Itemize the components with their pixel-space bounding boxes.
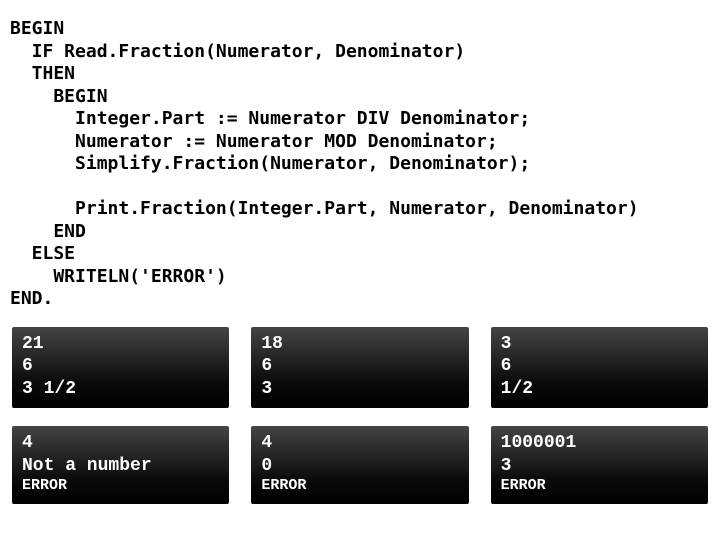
- example-cell: 4 Not a number ERROR: [12, 426, 229, 504]
- output: ERROR: [501, 477, 698, 496]
- input-2: 6: [501, 355, 698, 378]
- input-1: 21: [22, 333, 219, 356]
- example-cell: 3 6 1/2: [491, 327, 708, 409]
- code-line: ELSE: [10, 243, 75, 264]
- output: 1/2: [501, 378, 698, 401]
- example-cell: 18 6 3: [251, 327, 468, 409]
- code-line: Print.Fraction(Integer.Part, Numerator, …: [10, 198, 639, 219]
- code-line: Numerator := Numerator MOD Denominator;: [10, 131, 498, 152]
- input-1: 4: [22, 432, 219, 455]
- input-2: 6: [261, 355, 458, 378]
- input-2: 0: [261, 455, 458, 478]
- code-line: END.: [10, 288, 53, 309]
- examples-grid: 21 6 3 1/2 18 6 3 3 6 1/2 4 Not a number…: [10, 327, 710, 504]
- code-line: WRITELN('ERROR'): [10, 266, 227, 287]
- input-1: 1000001: [501, 432, 698, 455]
- code-line: THEN: [10, 63, 75, 84]
- example-cell: 21 6 3 1/2: [12, 327, 229, 409]
- code-line: BEGIN: [10, 86, 108, 107]
- code-line: BEGIN: [10, 18, 64, 39]
- input-1: 4: [261, 432, 458, 455]
- output: ERROR: [22, 477, 219, 496]
- input-1: 3: [501, 333, 698, 356]
- input-2: 3: [501, 455, 698, 478]
- output: 3 1/2: [22, 378, 219, 401]
- input-1: 18: [261, 333, 458, 356]
- code-block: BEGIN IF Read.Fraction(Numerator, Denomi…: [10, 18, 710, 311]
- code-line: END: [10, 221, 86, 242]
- input-2: Not a number: [22, 455, 219, 478]
- example-cell: 4 0 ERROR: [251, 426, 468, 504]
- code-line: Integer.Part := Numerator DIV Denominato…: [10, 108, 530, 129]
- output: 3: [261, 378, 458, 401]
- output: ERROR: [261, 477, 458, 496]
- example-cell: 1000001 3 ERROR: [491, 426, 708, 504]
- input-2: 6: [22, 355, 219, 378]
- code-line: IF Read.Fraction(Numerator, Denominator): [10, 41, 465, 62]
- code-line: Simplify.Fraction(Numerator, Denominator…: [10, 153, 530, 174]
